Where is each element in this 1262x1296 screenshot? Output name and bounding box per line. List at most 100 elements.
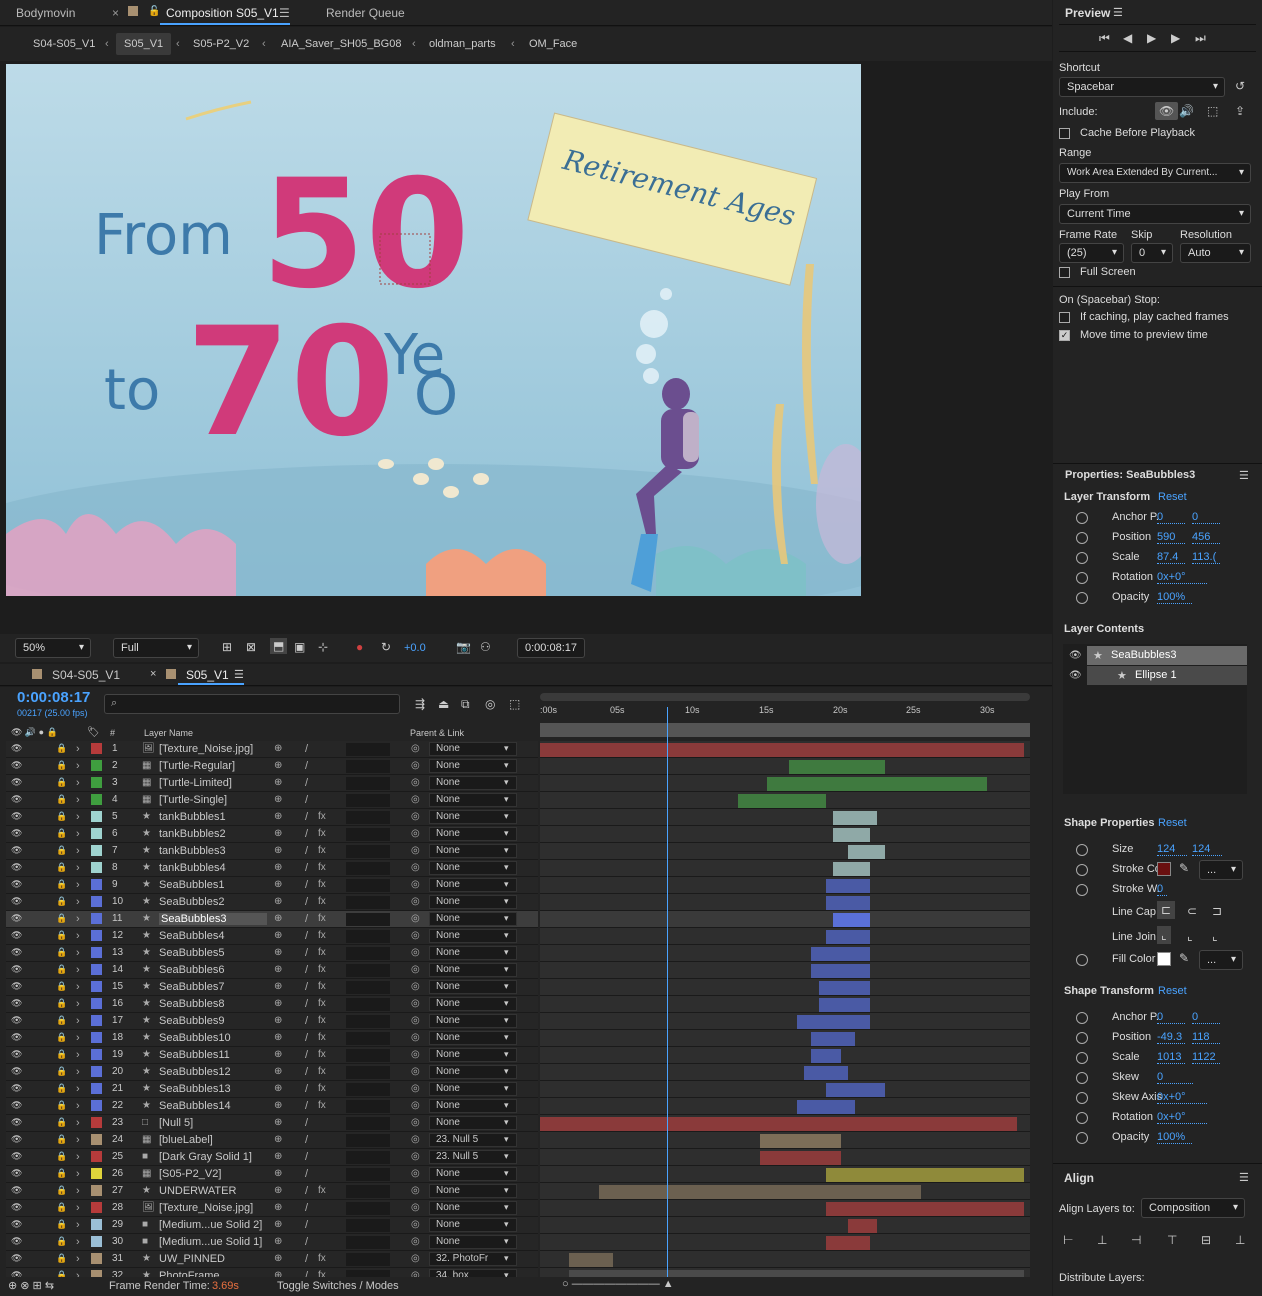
layer-duration-bar[interactable] (818, 998, 871, 1012)
label-color[interactable] (91, 896, 102, 907)
reset-exposure-icon[interactable]: ↻ (381, 640, 391, 654)
stopwatch-icon[interactable] (1076, 1072, 1088, 1084)
pickwhip-icon[interactable]: ◎ (411, 1219, 420, 1230)
cache-checkbox[interactable] (1059, 128, 1070, 139)
label-color[interactable] (91, 1083, 102, 1094)
eye-icon[interactable]: 👁 (11, 981, 22, 992)
expand-arrow-icon[interactable]: › (76, 828, 80, 840)
stopwatch-icon[interactable] (1076, 1092, 1088, 1104)
lock-icon[interactable]: 🔒 (56, 1134, 67, 1145)
pickwhip-icon[interactable]: ◎ (411, 1185, 420, 1196)
fx-icon[interactable]: fx (318, 1185, 326, 1196)
pickwhip-icon[interactable]: ◎ (411, 913, 420, 924)
layer-row[interactable]: 👁 🔒 › 2 ▦ [Turtle-Regular] ⊕ / ◎ None ▾ (6, 758, 538, 775)
layer-row[interactable]: 👁 🔒 › 17 ★ SeaBubbles9 ⊕ / fx ◎ None ▾ (6, 1013, 538, 1030)
eye-icon[interactable]: 👁 (11, 794, 22, 805)
stopwatch-icon[interactable] (1076, 532, 1088, 544)
expand-arrow-icon[interactable]: › (76, 1151, 80, 1163)
lock-icon[interactable]: 🔒 (56, 981, 67, 992)
shape-properties-reset[interactable]: Reset (1158, 817, 1187, 829)
frame-blending-icon[interactable]: ⧉ (461, 697, 470, 712)
expand-arrow-icon[interactable]: › (76, 896, 80, 908)
layer-row[interactable]: 👁 🔒 › 31 ★ UW_PINNED ⊕ / fx ◎ 32. PhotoFr ▾ (6, 1251, 538, 1268)
quality-switch-icon[interactable]: / (305, 1134, 308, 1146)
shy-switch-icon[interactable]: ⊕ (274, 1219, 282, 1230)
layer-row[interactable]: 👁 🔒 › 8 ★ tankBubbles4 ⊕ / fx ◎ None ▾ (6, 860, 538, 877)
shy-switch-icon[interactable]: ⊕ (274, 811, 282, 822)
layer-duration-bar[interactable] (811, 1032, 856, 1046)
next-frame-icon[interactable]: ▶ (1171, 31, 1180, 45)
crumb-s04-s05[interactable]: S04-S05_V1 (33, 38, 95, 50)
eye-icon[interactable]: 👁 (11, 1117, 22, 1128)
label-color[interactable] (91, 1117, 102, 1128)
layer-name[interactable]: [Texture_Noise.jpg] (159, 1202, 253, 1214)
label-color[interactable] (91, 1015, 102, 1026)
eye-icon[interactable]: 👁 (11, 845, 22, 856)
stopwatch-icon[interactable] (1076, 512, 1088, 524)
label-color[interactable] (91, 930, 102, 941)
expand-arrow-icon[interactable]: › (76, 794, 80, 806)
size-y[interactable]: 124 (1192, 843, 1222, 856)
projecting-cap-icon[interactable]: ⊐ (1212, 904, 1222, 918)
pickwhip-icon[interactable]: ◎ (411, 777, 420, 788)
label-color[interactable] (91, 964, 102, 975)
expand-arrow-icon[interactable]: › (76, 1032, 80, 1044)
label-color[interactable] (91, 1219, 102, 1230)
quality-switch-icon[interactable]: / (305, 1049, 308, 1061)
quality-switch-icon[interactable]: / (305, 1236, 308, 1248)
switch-boxes[interactable] (346, 1151, 390, 1164)
fx-icon[interactable]: fx (318, 862, 326, 873)
stopwatch-icon[interactable] (1076, 1012, 1088, 1024)
fx-icon[interactable]: fx (318, 930, 326, 941)
layer-name[interactable]: [Medium...ue Solid 1] (159, 1236, 262, 1248)
include-layer-controls-icon[interactable]: ⇪ (1235, 104, 1245, 118)
play-from-dropdown[interactable]: Current Time ▾ (1059, 204, 1251, 224)
pickwhip-icon[interactable]: ◎ (411, 794, 420, 805)
eye-icon[interactable]: 👁 (11, 1049, 22, 1060)
pickwhip-icon[interactable]: ◎ (411, 1015, 420, 1026)
shy-switch-icon[interactable]: ⊕ (274, 1083, 282, 1094)
label-color[interactable] (91, 777, 102, 788)
include-overlays-icon[interactable]: ⬚ (1207, 104, 1218, 118)
scale-y[interactable]: 113.( (1192, 551, 1220, 564)
layer-name[interactable]: [Medium...ue Solid 2] (159, 1219, 262, 1231)
quality-switch-icon[interactable]: / (305, 794, 308, 806)
fx-icon[interactable]: fx (318, 896, 326, 907)
layer-duration-bar[interactable] (796, 1015, 871, 1029)
switch-boxes[interactable] (346, 1015, 390, 1028)
expand-arrow-icon[interactable]: › (76, 1049, 80, 1061)
skew-value[interactable]: 0 (1157, 1071, 1193, 1084)
shy-switch-icon[interactable]: ⊕ (274, 879, 282, 890)
quality-switch-icon[interactable]: / (305, 1015, 308, 1027)
layer-name[interactable]: tankBubbles4 (159, 862, 226, 874)
anchor-x[interactable]: 0 (1157, 511, 1185, 524)
switch-boxes[interactable] (346, 1066, 390, 1079)
pickwhip-icon[interactable]: ◎ (411, 1253, 420, 1264)
expand-arrow-icon[interactable]: › (76, 1185, 80, 1197)
layer-name[interactable]: [Turtle-Regular] (159, 760, 235, 772)
stopwatch-icon[interactable] (1076, 1032, 1088, 1044)
layer-duration-bar[interactable] (826, 896, 871, 910)
layer-duration-bar[interactable] (738, 794, 827, 808)
footer-icons[interactable]: ⊕ ⊗ ⊞ ⇆ (8, 1279, 54, 1292)
eye-icon[interactable]: 👁 (11, 1151, 22, 1162)
label-color[interactable] (91, 1185, 102, 1196)
col-layer-name[interactable]: Layer Name (144, 728, 193, 738)
motion-blur-icon[interactable]: ◎ (485, 697, 495, 711)
layer-row[interactable]: 👁 🔒 › 20 ★ SeaBubbles12 ⊕ / fx ◎ None ▾ (6, 1064, 538, 1081)
align-to-dropdown[interactable]: Composition ▾ (1141, 1198, 1245, 1218)
layer-name[interactable]: [Texture_Noise.jpg] (159, 743, 253, 755)
first-frame-icon[interactable]: ⏮ (1099, 31, 1110, 46)
label-color[interactable] (91, 1151, 102, 1162)
layer-row[interactable]: 👁 🔒 › 25 ■ [Dark Gray Solid 1] ⊕ / ◎ 23. Null 5 ▾ (6, 1149, 538, 1166)
label-color[interactable] (91, 862, 102, 873)
layer-row[interactable]: 👁 🔒 › 23 □ [Null 5] ⊕ / ◎ None ▾ (6, 1115, 538, 1132)
shy-switch-icon[interactable]: ⊕ (274, 845, 282, 856)
layer-row[interactable]: 👁 🔒 › 16 ★ SeaBubbles8 ⊕ / fx ◎ None ▾ (6, 996, 538, 1013)
lock-icon[interactable]: 🔒 (56, 1202, 67, 1213)
layer-row[interactable]: 👁 🔒 › 30 ■ [Medium...ue Solid 1] ⊕ / ◎ None ▾ (6, 1234, 538, 1251)
quality-switch-icon[interactable]: / (305, 1032, 308, 1044)
pickwhip-icon[interactable]: ◎ (411, 1066, 420, 1077)
lock-icon[interactable]: 🔒 (56, 1032, 67, 1043)
layer-duration-bar[interactable] (767, 777, 988, 791)
